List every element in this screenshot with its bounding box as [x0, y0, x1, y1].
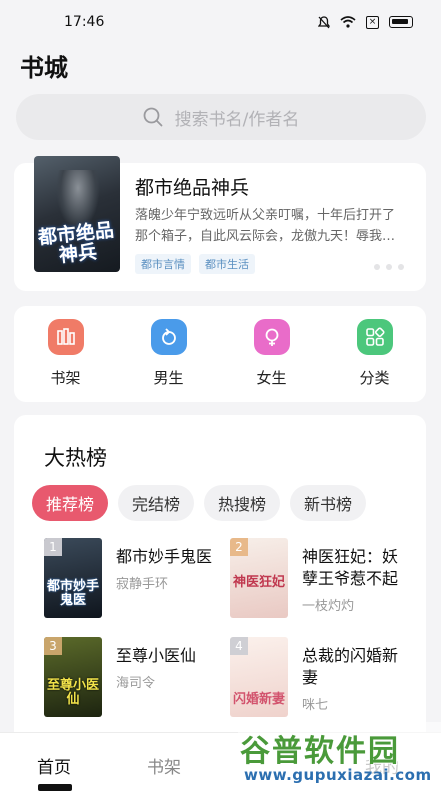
- category-bookshelf[interactable]: 书架: [31, 319, 101, 402]
- rank-number: 1: [44, 538, 62, 556]
- battery-icon: [389, 16, 413, 28]
- cover-title: 都市妙手鬼医: [46, 579, 99, 608]
- cover-title: 都市绝品神兵: [36, 219, 115, 267]
- hot-ranking: 大热榜 推荐榜 完结榜 热搜榜 新书榜 都市妙手鬼医 1 都市妙手鬼医 寂静手环…: [14, 415, 426, 745]
- book-title[interactable]: 神医狂妃：妖孽王爷惹不起: [302, 546, 412, 590]
- book-title[interactable]: 总裁的闪婚新妻: [302, 645, 412, 689]
- ranking-title: 大热榜: [44, 446, 107, 470]
- book-author: 咪七: [302, 698, 329, 713]
- book-cover[interactable]: 神医狂妃 2: [230, 538, 288, 618]
- rank-number: 4: [230, 637, 248, 655]
- watermark-logo-text: 谷普软件园: [240, 734, 400, 769]
- search-placeholder: 搜索书名/作者名: [174, 109, 300, 130]
- ranking-book-item[interactable]: 闪婚新妻 4 总裁的闪婚新妻 咪七: [230, 637, 415, 717]
- carousel-dot: [374, 264, 380, 270]
- category-label: 女生: [256, 369, 287, 387]
- active-tab-indicator: [38, 784, 72, 791]
- tab-new-books[interactable]: 新书榜: [290, 485, 367, 521]
- search-icon: [143, 107, 163, 127]
- grid-icon: [356, 319, 393, 355]
- category-shortcuts: 书架 男生 女生 分类: [14, 306, 426, 402]
- featured-book-cover[interactable]: 都市绝品神兵: [34, 156, 120, 272]
- category-female[interactable]: 女生: [237, 319, 307, 402]
- wifi-icon: [340, 16, 356, 28]
- ranking-tabs: 推荐榜 完结榜 热搜榜 新书榜: [32, 485, 367, 521]
- featured-tags: 都市言情 都市生活: [135, 254, 255, 274]
- nav-home[interactable]: 首页: [37, 753, 71, 778]
- book-cover[interactable]: 至尊小医仙 3: [44, 637, 102, 717]
- carousel-dot: [398, 264, 404, 270]
- status-time: 17:46: [64, 14, 105, 30]
- watermark-url: www.gupuxiazai.com: [244, 766, 432, 784]
- system-icons: ×: [318, 15, 413, 29]
- tab-recommended[interactable]: 推荐榜: [32, 485, 109, 521]
- featured-banner[interactable]: 都市绝品神兵 都市绝品神兵 落魄少年宁致远听从父亲叮嘱，十年后打开了那个箱子，自…: [14, 156, 426, 291]
- male-icon: [150, 319, 187, 355]
- rank-number: 3: [44, 637, 62, 655]
- carousel-dot: [386, 264, 392, 270]
- book-author: 一枝灼灼: [302, 599, 355, 614]
- featured-book-description: 落魄少年宁致远听从父亲叮嘱，十年后打开了那个箱子，自此风云际会，龙傲九天！辱我…: [135, 208, 396, 244]
- cover-title: 神医狂妃: [232, 575, 285, 590]
- carousel-indicator: [374, 264, 404, 270]
- book-title[interactable]: 至尊小医仙: [116, 645, 226, 667]
- ranking-book-item[interactable]: 都市妙手鬼医 1 都市妙手鬼医 寂静手环: [44, 538, 229, 618]
- category-male[interactable]: 男生: [134, 319, 204, 402]
- cover-title: 闪婚新妻: [232, 692, 285, 707]
- category-classify[interactable]: 分类: [340, 319, 410, 402]
- female-icon: [253, 319, 290, 355]
- book-cover[interactable]: 都市妙手鬼医 1: [44, 538, 102, 618]
- book-author: 海司令: [116, 676, 156, 691]
- box-x-icon: ×: [366, 15, 379, 29]
- status-bar: 17:46 ×: [0, 0, 441, 44]
- search-bar[interactable]: 搜索书名/作者名: [16, 94, 426, 140]
- tab-hot-search[interactable]: 热搜榜: [204, 485, 281, 521]
- cover-title: 至尊小医仙: [46, 678, 99, 707]
- category-label: 书架: [50, 369, 81, 387]
- book-author: 寂静手环: [116, 577, 169, 592]
- tab-completed[interactable]: 完结榜: [118, 485, 195, 521]
- watermark: 谷普软件园 www.gupuxiazai.com: [238, 722, 441, 791]
- tag-urban-romance[interactable]: 都市言情: [135, 254, 191, 274]
- nav-bookshelf[interactable]: 书架: [147, 753, 181, 778]
- book-title[interactable]: 都市妙手鬼医: [116, 546, 226, 568]
- book-cover[interactable]: 闪婚新妻 4: [230, 637, 288, 717]
- rank-number: 2: [230, 538, 248, 556]
- ranking-book-item[interactable]: 神医狂妃 2 神医狂妃：妖孽王爷惹不起 一枝灼灼: [230, 538, 415, 618]
- mute-icon: [318, 15, 330, 28]
- featured-book-title[interactable]: 都市绝品神兵: [135, 173, 249, 200]
- tag-urban-life[interactable]: 都市生活: [199, 254, 255, 274]
- category-label: 男生: [153, 369, 184, 387]
- page-title: 书城: [20, 54, 68, 82]
- ranking-book-item[interactable]: 至尊小医仙 3 至尊小医仙 海司令: [44, 637, 229, 717]
- bookshelf-icon: [47, 319, 84, 355]
- category-label: 分类: [359, 369, 390, 387]
